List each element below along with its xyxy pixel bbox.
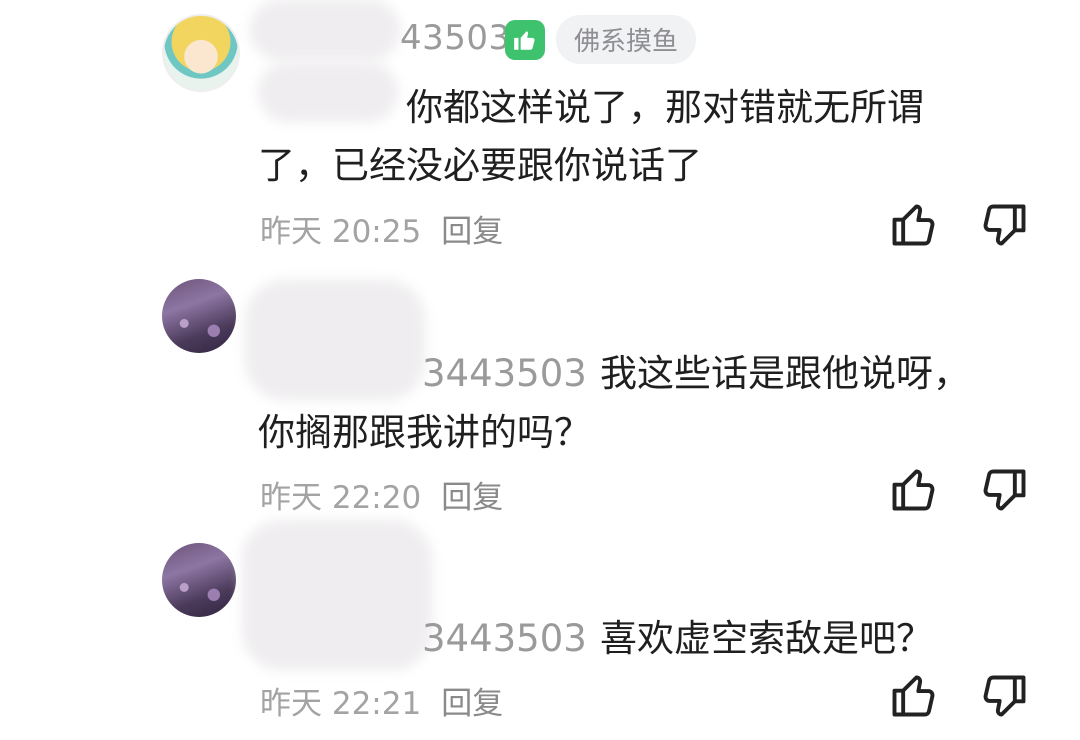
thumbs-up-icon[interactable]	[888, 198, 940, 250]
thumbs-down-icon[interactable]	[978, 465, 1030, 517]
comment-text-line-1: 你都这样说了，那对错就无所谓	[406, 86, 924, 129]
blurred-username	[242, 520, 432, 670]
thumbs-up-icon[interactable]	[888, 669, 940, 721]
thumbs-up-icon[interactable]	[888, 463, 940, 515]
user-id-text: 43503	[400, 18, 511, 58]
comment-meta: 昨天 20:25 回复	[260, 206, 503, 251]
comment-time: 昨天 22:21	[260, 686, 422, 722]
comment-meta: 昨天 22:21 回复	[260, 678, 503, 723]
comment-text-line-2: 你搁那跟我讲的吗？	[258, 411, 591, 454]
comment-meta: 昨天 22:20 回复	[260, 472, 503, 517]
reply-button[interactable]: 回复	[441, 686, 503, 722]
comment-time: 昨天 22:20	[260, 480, 422, 516]
comment-text-line-1: 我这些话是跟他说呀，	[600, 352, 970, 395]
thumbs-down-icon[interactable]	[978, 200, 1030, 252]
reply-button[interactable]: 回复	[441, 214, 503, 250]
user-tag-badge: 佛系摸鱼	[556, 15, 697, 64]
reply-button[interactable]: 回复	[441, 480, 503, 516]
user-avatar[interactable]	[162, 14, 240, 92]
reply-target-id: 3443503	[422, 352, 587, 395]
user-avatar[interactable]	[162, 543, 236, 617]
thumbs-down-icon[interactable]	[978, 671, 1030, 723]
reply-target-id: 3443503	[422, 617, 587, 660]
comment-text-line-2: 了，已经没必要跟你说话了	[258, 144, 702, 187]
blurred-username	[250, 0, 400, 60]
user-avatar[interactable]	[162, 279, 236, 353]
comment-time: 昨天 20:25	[260, 214, 422, 250]
blurred-reply-target	[258, 62, 398, 122]
blurred-username	[245, 280, 425, 400]
comment-text-line-1: 喜欢虚空索敌是吧？	[600, 617, 933, 660]
thumbs-up-badge-icon	[505, 20, 545, 60]
